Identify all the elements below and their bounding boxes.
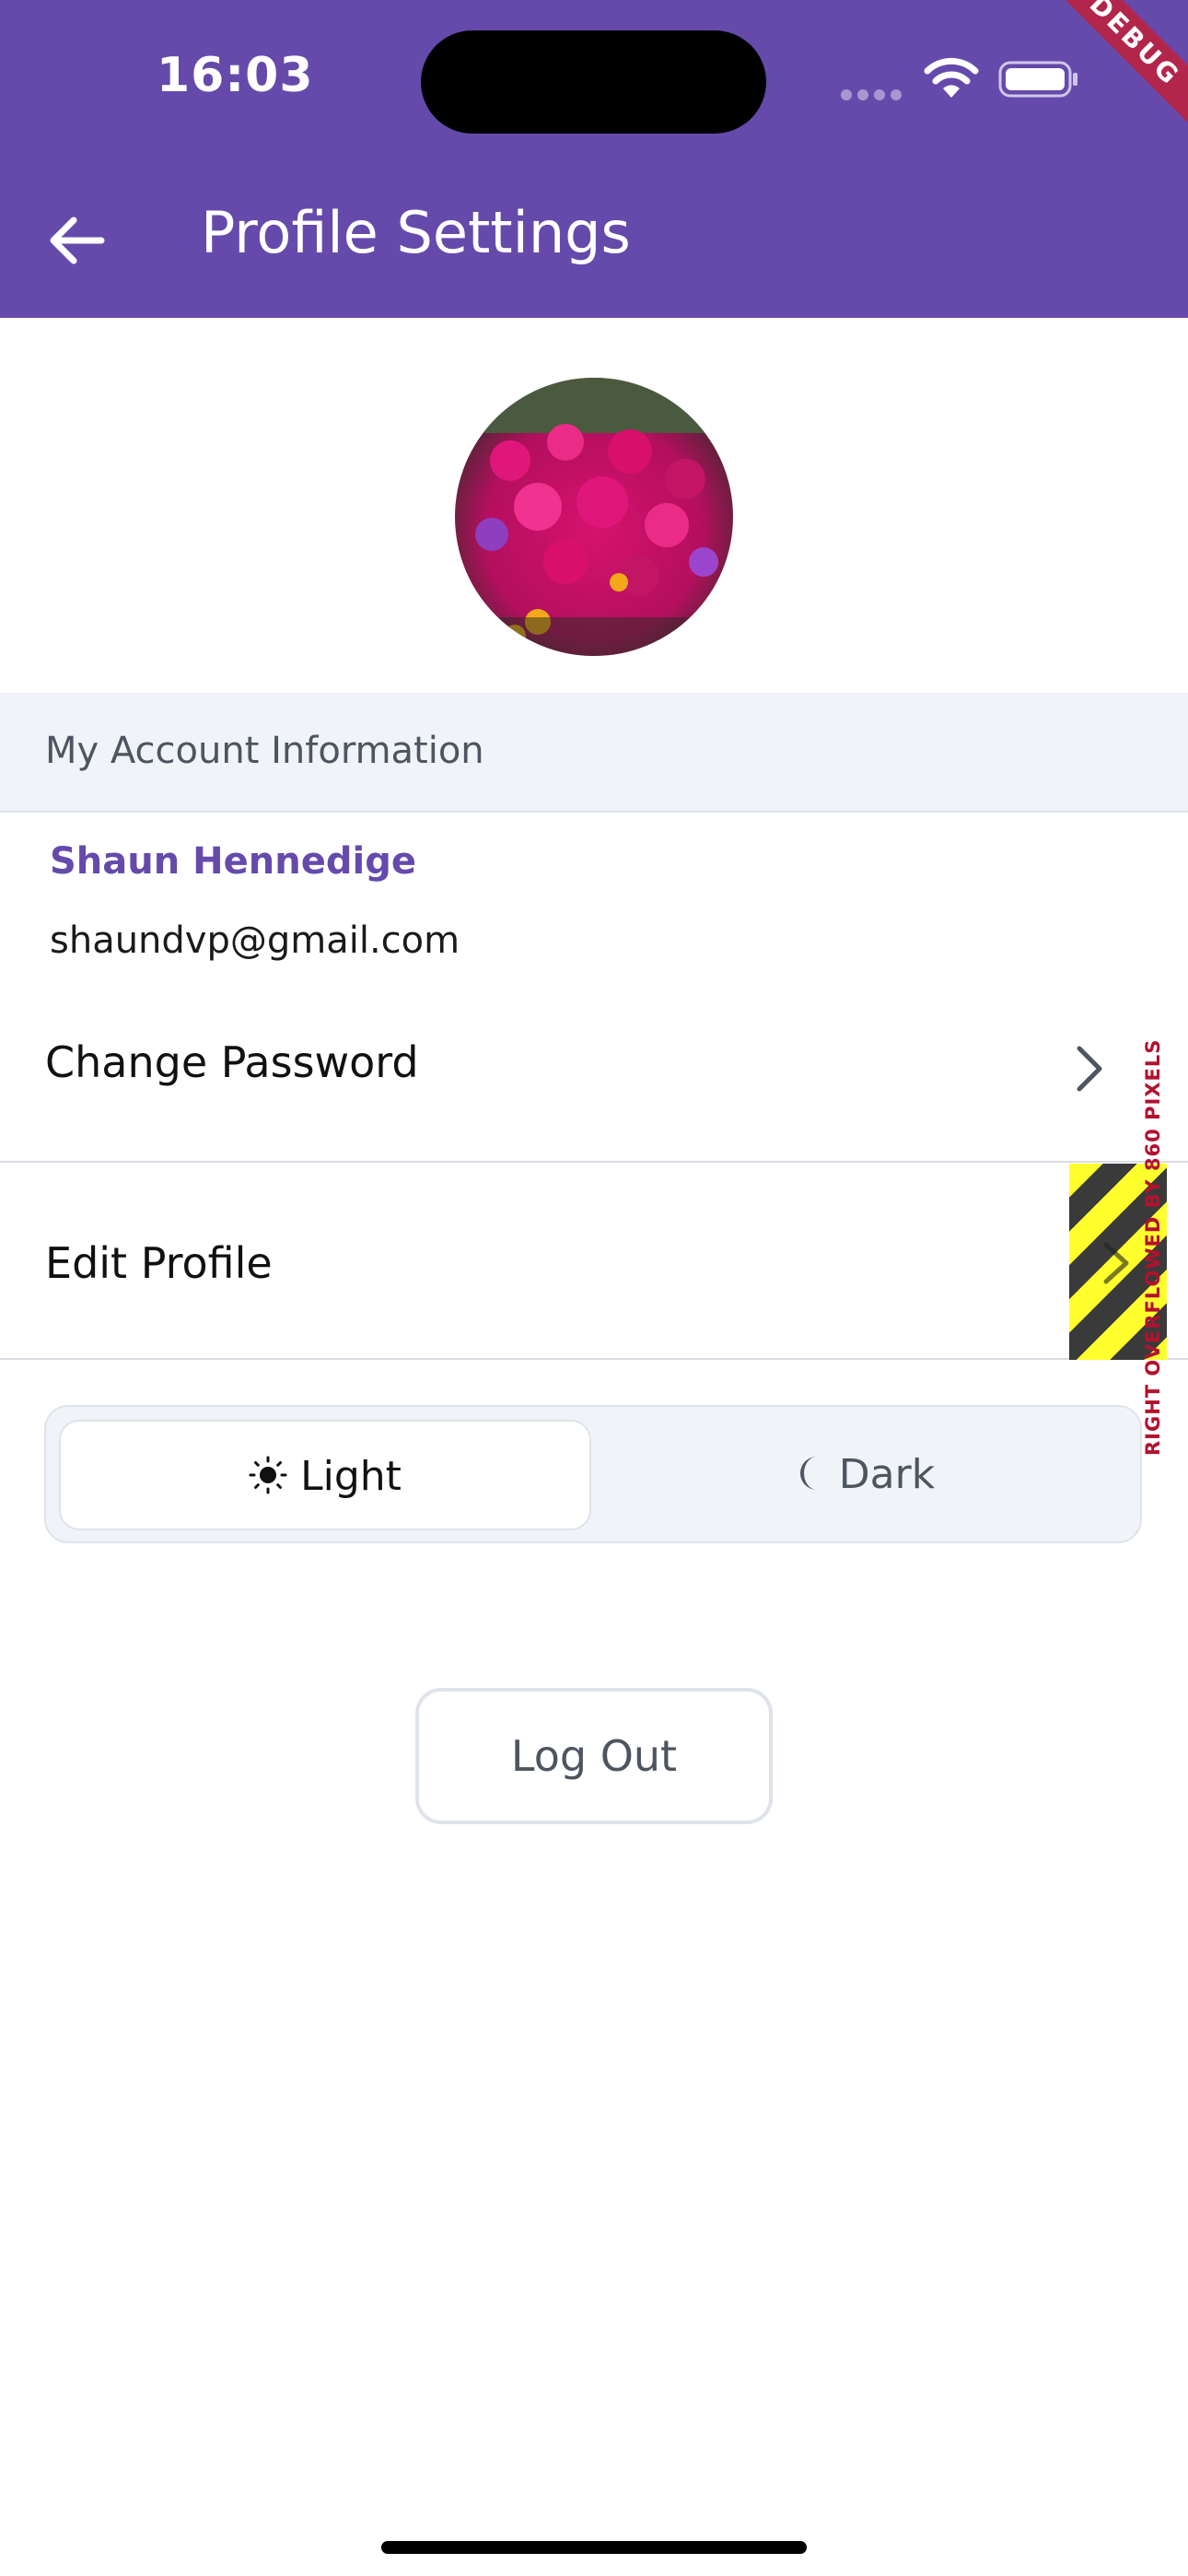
status-time: 16:03 <box>157 48 314 103</box>
theme-dark-label: Dark <box>838 1451 936 1498</box>
theme-toggle: Light Dark <box>44 1405 1142 1543</box>
theme-light-option[interactable]: Light <box>59 1420 591 1530</box>
change-password-row[interactable]: Change Password <box>0 967 1188 1163</box>
avatar[interactable] <box>455 378 733 656</box>
app-bar: 16:03 DEBUG Profile Settings <box>0 0 1188 318</box>
change-password-label: Change Password <box>45 1037 419 1087</box>
logout-button[interactable]: Log Out <box>415 1688 773 1824</box>
overflow-warning-text: RIGHT OVERFLOWED BY 860 PIXELS <box>1142 1038 1164 1456</box>
battery-icon <box>998 61 1077 98</box>
theme-dark-option[interactable]: Dark <box>599 1420 1131 1530</box>
wifi-icon <box>924 57 979 98</box>
edit-profile-row[interactable]: Edit Profile <box>0 1163 1188 1360</box>
edit-profile-label: Edit Profile <box>45 1238 273 1288</box>
page-title: Profile Settings <box>201 199 631 266</box>
section-header-label: My Account Information <box>45 730 484 772</box>
arrow-left-icon[interactable] <box>44 207 111 274</box>
section-header: My Account Information <box>0 693 1188 813</box>
home-indicator[interactable] <box>381 2541 807 2554</box>
theme-light-label: Light <box>300 1453 402 1500</box>
dynamic-island <box>421 30 766 134</box>
sun-icon <box>249 1456 287 1494</box>
chevron-right-icon <box>1077 1046 1102 1092</box>
avatar-image <box>455 378 733 656</box>
moon-icon <box>799 1457 817 1490</box>
cellular-signal-icon <box>841 87 907 104</box>
user-email: shaundvp@gmail.com <box>50 919 460 962</box>
user-name: Shaun Hennedige <box>50 840 416 883</box>
